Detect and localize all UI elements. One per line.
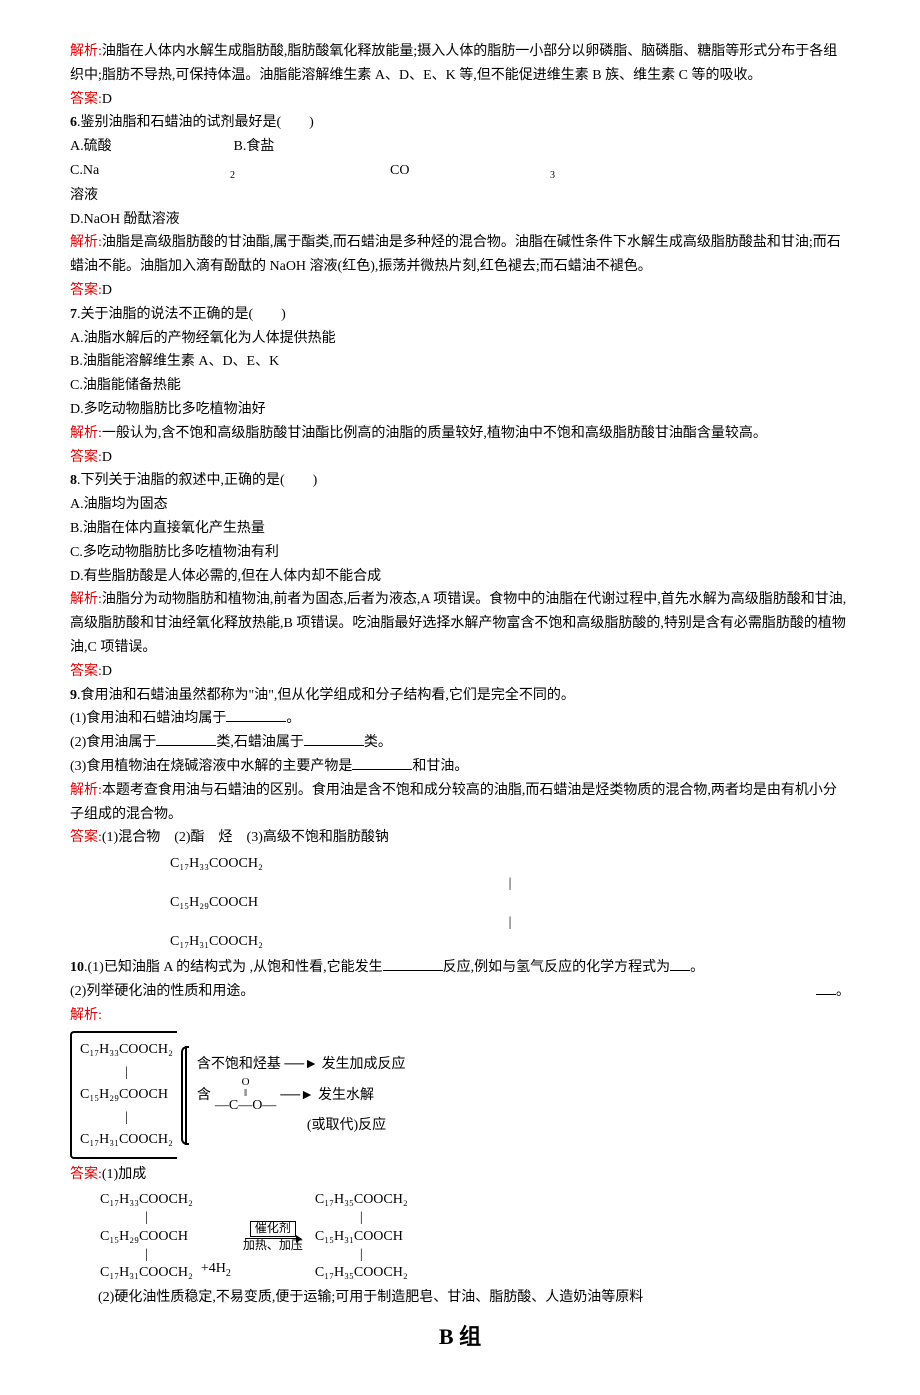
plus-h2: +4H2 [201, 1257, 231, 1282]
q10-block: C₁₇H₃₃COOCH₂ | C₁₅H₂₉COOCH | C₁₇H₃₁COOCH… [70, 854, 850, 1310]
answer-label: 答案: [70, 283, 102, 298]
q10-p2a: (2)列举硬化油的性质和用途。 [70, 984, 254, 999]
opt-c: C.油脂能储备热能 [70, 374, 850, 398]
q-stem: .鉴别油脂和石蜡油的试剂最好是( ) [77, 115, 314, 130]
q9-p3a: (3)食用植物油在烧碱溶液中水解的主要产物是 [70, 759, 352, 774]
answer-label: 答案: [70, 450, 102, 465]
left-formula: C₁₇H₃₃COOCH₂ | C₁₅H₂₉COOCH | C₁₇H₃₁COOCH… [70, 1031, 177, 1159]
q5-block: 解析:油脂在人体内水解生成脂肪酸,脂肪酸氧化释放能量;摄入人体的脂肪一小部分以卵… [70, 40, 850, 111]
analysis-label: 解析: [70, 783, 102, 798]
analysis-text: 油脂分为动物脂肪和植物油,前者为固态,后者为液态,A 项错误。食物中的油脂在代谢… [70, 592, 846, 655]
opt-d: D.NaOH 酚酞溶液 [70, 208, 230, 232]
answer-label: 答案: [70, 1167, 102, 1182]
answer-label: 答案: [70, 664, 102, 679]
opt-c: C.多吃动物脂肪比多吃植物油有利 [70, 541, 850, 565]
q9-p2a: (2)食用油属于 [70, 735, 156, 750]
analysis-label: 解析: [70, 592, 102, 607]
blank [352, 755, 412, 770]
q-number: 8 [70, 473, 77, 488]
opt-b: B.油脂能溶解维生素 A、D、E、K [70, 350, 850, 374]
opt-a: A.油脂均为固态 [70, 493, 850, 517]
answer-label: 答案: [70, 830, 102, 845]
q-stem: .下列关于油脂的叙述中,正确的是( ) [77, 473, 317, 488]
blank [304, 731, 364, 746]
q7-block: 7.关于油脂的说法不正确的是( ) A.油脂水解后的产物经氧化为人体提供热能 B… [70, 303, 850, 470]
eq-right: C₁₇H₃₅COOCH₂ | C₁₅H₃₁COOCH | C₁₇H₃₅COOCH… [315, 1191, 408, 1282]
equation: C₁₇H₃₃COOCH₂ | C₁₅H₂₉COOCH | C₁₇H₃₁COOCH… [100, 1191, 850, 1282]
reaction-arrow: 催化剂 加热、加压 [243, 1221, 303, 1251]
blank [226, 707, 286, 722]
q9-block: 9.食用油和石蜡油虽然都称为"油",但从化学组成和分子结构看,它们是完全不同的。… [70, 684, 850, 851]
group-b-heading: B 组 [70, 1318, 850, 1355]
answer-text: D [102, 664, 112, 679]
q10-p1a: .(1)已知油脂 A 的结构式为 [84, 960, 246, 975]
opt-b: B.油脂在体内直接氧化产生热量 [70, 517, 850, 541]
opt-a: A.硫酸 [70, 135, 230, 159]
answer-text: D [102, 92, 112, 107]
eq-left: C₁₇H₃₃COOCH₂ | C₁₅H₂₉COOCH | C₁₇H₃₁COOCH… [100, 1191, 193, 1282]
analysis-label: 解析: [70, 1008, 102, 1023]
q8-block: 8.下列关于油脂的叙述中,正确的是( ) A.油脂均为固态 B.油脂在体内直接氧… [70, 469, 850, 683]
answer-text: D [102, 283, 112, 298]
analysis-text: 油脂在人体内水解生成脂肪酸,脂肪酸氧化释放能量;摄入人体的脂肪一小部分以卵磷脂、… [70, 44, 837, 83]
analysis-text: 油脂是高级脂肪酸的甘油酯,属于酯类,而石蜡油是多种烃的混合物。油脂在碱性条件下水… [70, 235, 841, 274]
q-number: 6 [70, 115, 77, 130]
q-stem: .关于油脂的说法不正确的是( ) [77, 307, 286, 322]
blank [670, 956, 690, 971]
q9-p1a: (1)食用油和石蜡油均属于 [70, 711, 226, 726]
answer-text: (1)混合物 (2)酯 烃 (3)高级不饱和脂肪酸钠 [102, 830, 389, 845]
answer-1: (1)加成 [102, 1167, 146, 1182]
analysis-diagram: C₁₇H₃₃COOCH₂ | C₁₅H₂₉COOCH | C₁₇H₃₁COOCH… [70, 1031, 850, 1159]
analysis-text: 一般认为,含不饱和高级脂肪酸甘油酯比例高的油脂的质量较好,植物油中不饱和高级脂肪… [102, 426, 767, 441]
q6-block: 6.鉴别油脂和石蜡油的试剂最好是( ) A.硫酸 B.食盐 C.Na2CO3溶液… [70, 111, 850, 302]
blank [156, 731, 216, 746]
opt-c: C.Na2CO3溶液 [70, 159, 850, 208]
opt-b: B.食盐 [234, 135, 394, 159]
opt-d: D.有些脂肪酸是人体必需的,但在人体内却不能合成 [70, 565, 850, 589]
answer-text: D [102, 450, 112, 465]
opt-d: D.多吃动物脂肪比多吃植物油好 [70, 398, 850, 422]
blank [383, 956, 443, 971]
answer-2: (2)硬化油性质稳定,不易变质,便于运输;可用于制造肥皂、甘油、脂肪酸、人造奶油… [98, 1290, 643, 1305]
formula-a: C₁₇H₃₃COOCH₂ | C₁₅H₂₉COOCH | C₁₇H₃₁COOCH… [170, 854, 850, 952]
q-number: 7 [70, 307, 77, 322]
q-number: 9 [70, 688, 77, 703]
opt-a: A.油脂水解后的产物经氧化为人体提供热能 [70, 327, 850, 351]
analysis-label: 解析: [70, 44, 102, 59]
q-stem: .食用油和石蜡油虽然都称为"油",但从化学组成和分子结构看,它们是完全不同的。 [77, 688, 575, 703]
analysis-label: 解析: [70, 426, 102, 441]
blank [816, 980, 836, 995]
analysis-text: 本题考查食用油与石蜡油的区别。食用油是含不饱和成分较高的油脂,而石蜡油是烃类物质… [70, 783, 837, 822]
q-number: 10 [70, 960, 84, 975]
answer-label: 答案: [70, 92, 102, 107]
analysis-label: 解析: [70, 235, 102, 250]
right-reactions: 含不饱和烃基 ──► 发生加成反应 含 O ‖ —C—O— ──► 发生水解 (… [185, 1046, 410, 1144]
